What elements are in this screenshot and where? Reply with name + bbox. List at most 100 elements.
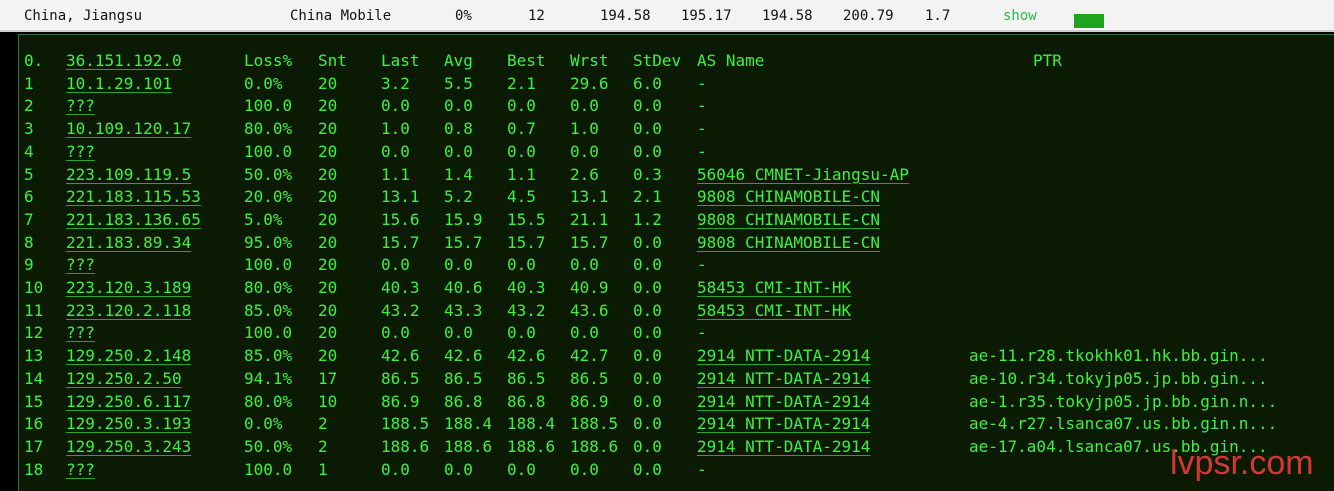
hop-avg: 0.0 [444, 459, 473, 479]
hop-stdev: 0.0 [633, 436, 662, 456]
hop-worst: 86.5 [570, 368, 609, 388]
hop-avg: 0.8 [444, 119, 473, 139]
hop-worst: 188.6 [570, 436, 619, 456]
hop-as-name[interactable]: 9808 CHINAMOBILE-CN [697, 186, 880, 208]
hop-ptr: ae-1.r35.tokyjp05.jp.bb.gin.n... [969, 391, 1278, 411]
header-sent: Snt [318, 51, 347, 70]
summary-stdev: 1.7 [925, 8, 951, 24]
hop-host[interactable]: 223.109.119.5 [66, 164, 191, 186]
hop-host[interactable]: 129.250.6.117 [66, 391, 191, 413]
hop-avg: 5.2 [444, 187, 473, 207]
table-row: 6 221.183.115.53 20.0% 20 13.1 5.2 4.5 13.1 2.1 9… [0, 186, 1334, 208]
hop-last: 188.6 [381, 436, 430, 456]
hop-number: 1 [24, 73, 34, 93]
hop-worst: 15.7 [570, 232, 609, 252]
hop-host[interactable]: 223.120.3.189 [66, 277, 191, 299]
hop-avg: 0.0 [444, 323, 473, 343]
hop-avg: 15.7 [444, 232, 483, 252]
table-row: 9??? 100.0 20 0.0 0.0 0.0 0.0 0.0 - [0, 254, 1334, 276]
hop-number: 5 [24, 164, 34, 184]
hop-last: 15.6 [381, 209, 420, 229]
hop-host[interactable]: 129.250.3.193 [66, 413, 191, 435]
hop-loss: 95.0% [244, 232, 293, 252]
hop-as-name[interactable]: 9808 CHINAMOBILE-CN [697, 209, 880, 231]
hop-host[interactable]: ??? [66, 141, 95, 163]
hop-avg: 15.9 [444, 209, 483, 229]
hop-last: 40.3 [381, 278, 420, 297]
hop-as-name[interactable]: 2914 NTT-DATA-2914 [697, 391, 870, 413]
hop-avg: 43.3 [444, 300, 483, 320]
hop-host[interactable]: ??? [66, 95, 95, 117]
hop-worst: 21.1 [570, 209, 609, 229]
hop-loss: 85.0% [244, 346, 293, 366]
hop-sent: 2 [318, 414, 328, 434]
hop-stdev: 6.0 [633, 73, 662, 93]
hop-host[interactable]: 221.183.115.53 [66, 186, 201, 208]
hop-as-name[interactable]: 58453 CMI-INT-HK [697, 277, 851, 299]
hop-as-name[interactable]: 2914 NTT-DATA-2914 [697, 436, 870, 458]
hop-stdev: 0.0 [633, 255, 662, 275]
hop-worst: 86.9 [570, 391, 609, 411]
hop-as-name[interactable]: 58453 CMI-INT-HK [697, 300, 851, 322]
hop-best: 15.7 [507, 232, 546, 252]
hop-as-name[interactable]: 9808 CHINAMOBILE-CN [697, 232, 880, 254]
hop-stdev: 0.0 [633, 459, 662, 479]
hop-host[interactable]: 221.183.89.34 [66, 232, 191, 254]
hop-avg: 0.0 [444, 96, 473, 116]
hop-sent: 17 [318, 368, 338, 388]
summary-bar: China, Jiangsu China Mobile 0% 12 194.58… [0, 0, 1334, 32]
show-toggle-link[interactable]: show [1003, 8, 1037, 24]
table-row: 10 223.120.3.189 80.0% 20 40.3 40.6 40.3 40.9 0.… [0, 277, 1334, 299]
hop-best: 188.6 [507, 436, 556, 456]
hop-host[interactable]: ??? [66, 254, 95, 276]
summary-best: 194.58 [762, 8, 813, 24]
hop-as-name[interactable]: 2914 NTT-DATA-2914 [697, 413, 870, 435]
summary-loss: 0% [455, 8, 472, 24]
hop-number: 2 [24, 96, 34, 116]
hop-last: 0.0 [381, 323, 410, 343]
hop-as-name[interactable]: 2914 NTT-DATA-2914 [697, 368, 870, 390]
hop-host[interactable]: 221.183.136.65 [66, 209, 201, 231]
hop-host[interactable]: 10.109.120.17 [66, 118, 191, 140]
hop-as-name[interactable]: 2914 NTT-DATA-2914 [697, 345, 870, 367]
hop-stdev: 0.0 [633, 278, 662, 297]
hop-host[interactable]: 10.1.29.101 [66, 73, 172, 95]
hop-best: 4.5 [507, 187, 536, 207]
hop-host[interactable]: ??? [66, 322, 95, 344]
header-target-host[interactable]: 36.151.192.0 [66, 50, 182, 72]
hop-loss: 50.0% [244, 164, 293, 184]
hop-last: 43.2 [381, 300, 420, 320]
hop-worst: 40.9 [570, 278, 609, 297]
hop-as-name: - [697, 459, 707, 479]
hop-best: 1.1 [507, 164, 536, 184]
hop-last: 86.5 [381, 368, 420, 388]
hop-worst: 0.0 [570, 323, 599, 343]
hop-loss: 80.0% [244, 278, 293, 297]
table-row: 2??? 100.0 20 0.0 0.0 0.0 0.0 0.0 - [0, 95, 1334, 117]
hop-avg: 1.4 [444, 164, 473, 184]
hop-ptr: ae-11.r28.tkokhk01.hk.bb.gin... [969, 346, 1268, 366]
hop-number: 6 [24, 187, 34, 207]
hop-number: 8 [24, 232, 34, 252]
hop-as-name[interactable]: 56046 CMNET-Jiangsu-AP [697, 164, 909, 186]
hop-host[interactable]: 129.250.3.243 [66, 436, 191, 458]
table-row: 4??? 100.0 20 0.0 0.0 0.0 0.0 0.0 - [0, 141, 1334, 163]
hop-avg: 0.0 [444, 255, 473, 275]
table-row: 5 223.109.119.5 50.0% 20 1.1 1.4 1.1 2.6 0.3 5604… [0, 164, 1334, 186]
hop-best: 0.0 [507, 323, 536, 343]
hop-worst: 0.0 [570, 96, 599, 116]
hop-host[interactable]: 129.250.2.50 [66, 368, 182, 390]
hop-stdev: 0.0 [633, 232, 662, 252]
hop-loss: 20.0% [244, 187, 293, 207]
hop-avg: 86.5 [444, 368, 483, 388]
hop-sent: 2 [318, 436, 328, 456]
hop-stdev: 1.2 [633, 209, 662, 229]
hop-host[interactable]: 223.120.2.118 [66, 300, 191, 322]
hop-ptr: ae-4.r27.lsanca07.us.bb.gin.n... [969, 414, 1278, 434]
hop-last: 15.7 [381, 232, 420, 252]
hop-last: 42.6 [381, 346, 420, 366]
hop-host[interactable]: 129.250.2.148 [66, 345, 191, 367]
hop-host[interactable]: ??? [66, 459, 95, 481]
hop-last: 3.2 [381, 73, 410, 93]
hop-loss: 0.0% [244, 73, 283, 93]
